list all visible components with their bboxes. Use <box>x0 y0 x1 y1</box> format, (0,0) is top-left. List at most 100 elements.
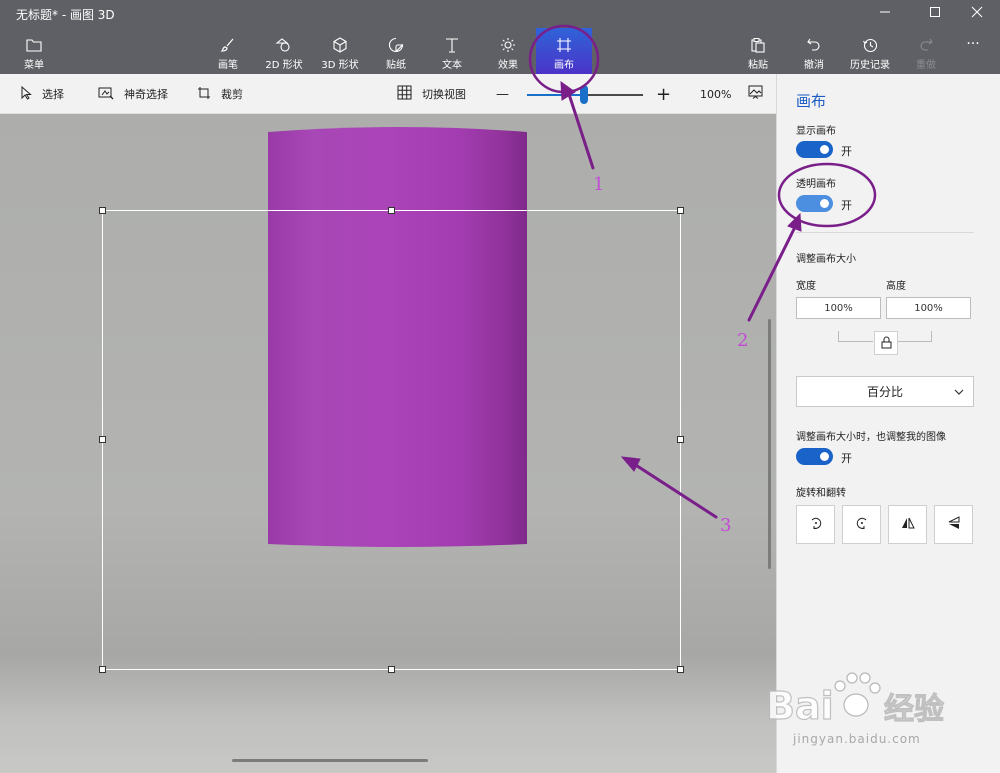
resize-handle-top[interactable] <box>388 207 395 214</box>
magic-select-button[interactable]: 神奇选择 <box>98 74 168 114</box>
annotation-number-2: 2 <box>737 330 749 351</box>
lock-aspect-button[interactable] <box>874 331 898 355</box>
horizontal-scrollbar[interactable] <box>232 759 428 762</box>
tool-text[interactable]: 文本 <box>426 28 478 74</box>
show-canvas-toggle[interactable] <box>796 141 833 158</box>
switch-view-button[interactable]: 切换视图 <box>397 74 466 114</box>
baidu-watermark: Bai 经验 <box>765 672 945 729</box>
width-field[interactable]: 100% <box>796 297 881 319</box>
maximize-icon <box>929 6 941 22</box>
rotate-left-button[interactable] <box>796 505 835 544</box>
menu-button[interactable]: 菜单 <box>8 28 60 74</box>
resize-handle-bottom[interactable] <box>388 666 395 673</box>
svg-text:经验: 经验 <box>884 692 944 727</box>
resize-image-toggle[interactable] <box>796 448 833 465</box>
height-label: 高度 <box>886 281 906 292</box>
undo-icon <box>806 36 822 54</box>
redo-button[interactable]: 重做 <box>900 28 952 74</box>
annotation-number-3: 3 <box>720 515 732 536</box>
tool-label: 效果 <box>498 60 518 71</box>
undo-label: 撤消 <box>804 60 824 71</box>
text-icon <box>445 36 459 54</box>
crop-button[interactable]: 裁剪 <box>197 74 243 114</box>
unit-select[interactable]: 百分比 <box>796 376 974 407</box>
ribbon-toolbar: 菜单 画笔 2D 形状 3D 形状 贴纸 文本 效果 画布 粘贴 撤消 历史记录… <box>0 28 1000 74</box>
resize-handle-right[interactable] <box>677 436 684 443</box>
redo-icon <box>918 36 934 54</box>
vertical-scrollbar[interactable] <box>768 319 771 569</box>
maximize-button[interactable] <box>912 0 958 28</box>
tool-label: 3D 形状 <box>321 60 359 71</box>
rotate-right-button[interactable] <box>842 505 881 544</box>
paint-3d-window: 无标题* - 画图 3D 菜单 画笔 2D 形状 3D 形状 贴纸 文本 效果 … <box>0 0 1000 773</box>
transparent-canvas-state: 开 <box>841 199 852 212</box>
history-label: 历史记录 <box>850 60 890 71</box>
image-icon <box>748 85 763 103</box>
zoom-value: 100% <box>700 87 732 101</box>
effects-icon <box>500 36 516 54</box>
resize-handle-left[interactable] <box>99 436 106 443</box>
tool-brush[interactable]: 画笔 <box>202 28 254 74</box>
rotate-left-icon <box>809 515 823 534</box>
link-line <box>838 341 873 342</box>
rotate-flip-label: 旋转和翻转 <box>796 488 846 499</box>
flip-vertical-button[interactable] <box>934 505 973 544</box>
window-title: 无标题* - 画图 3D <box>16 8 115 22</box>
width-value: 100% <box>824 302 853 314</box>
command-bar: 选择 神奇选择 裁剪 切换视图 — + 100% <box>0 74 776 114</box>
toggle-knob <box>820 452 829 461</box>
flip-horizontal-button[interactable] <box>888 505 927 544</box>
height-field[interactable]: 100% <box>886 297 971 319</box>
crop-label: 裁剪 <box>221 88 243 101</box>
show-canvas-state: 开 <box>841 145 852 158</box>
close-button[interactable] <box>954 0 1000 28</box>
svg-text:Bai: Bai <box>766 684 834 728</box>
watermark-domain: jingyan.baidu.com <box>793 732 921 746</box>
tool-effects[interactable]: 效果 <box>482 28 534 74</box>
history-button[interactable]: 历史记录 <box>844 28 896 74</box>
undo-button[interactable]: 撤消 <box>788 28 840 74</box>
redo-label: 重做 <box>916 60 936 71</box>
canvas-bounds[interactable] <box>102 210 681 670</box>
paste-label: 粘贴 <box>748 60 768 71</box>
image-view-button[interactable] <box>748 74 763 114</box>
flip-horizontal-icon <box>901 515 915 534</box>
cursor-icon <box>20 85 32 103</box>
show-canvas-label: 显示画布 <box>796 126 836 137</box>
zoom-out-icon: — <box>496 86 509 102</box>
width-label: 宽度 <box>796 281 816 292</box>
select-button[interactable]: 选择 <box>20 74 64 114</box>
minimize-button[interactable] <box>862 0 908 28</box>
folder-icon <box>26 36 42 54</box>
zoom-out-button[interactable]: — <box>496 74 509 114</box>
unit-select-value: 百分比 <box>866 385 903 399</box>
resize-handle-bottom-left[interactable] <box>99 666 106 673</box>
tool-canvas[interactable]: 画布 <box>536 28 592 74</box>
zoom-slider-thumb[interactable] <box>580 85 588 104</box>
toggle-knob <box>820 145 829 154</box>
tool-label: 画笔 <box>218 60 238 71</box>
zoom-in-icon: + <box>656 83 672 105</box>
workspace[interactable] <box>0 114 776 773</box>
paste-button[interactable]: 粘贴 <box>732 28 784 74</box>
transparent-canvas-toggle[interactable] <box>796 195 833 212</box>
link-line <box>838 331 839 341</box>
history-icon <box>862 36 878 54</box>
zoom-in-button[interactable]: + <box>656 74 671 114</box>
crop-icon <box>197 86 211 103</box>
resize-handle-bottom-right[interactable] <box>677 666 684 673</box>
more-button[interactable]: ··· <box>948 28 998 74</box>
3d-shapes-icon <box>332 36 348 54</box>
zoom-slider-fill <box>527 94 583 96</box>
more-icon: ··· <box>966 36 980 52</box>
tool-stickers[interactable]: 贴纸 <box>370 28 422 74</box>
magic-select-icon <box>98 86 114 103</box>
height-value: 100% <box>914 302 943 314</box>
tool-3d-shapes[interactable]: 3D 形状 <box>314 28 366 74</box>
tool-2d-shapes[interactable]: 2D 形状 <box>258 28 310 74</box>
tool-label: 贴纸 <box>386 60 406 71</box>
resize-handle-top-left[interactable] <box>99 207 106 214</box>
transparent-canvas-label: 透明画布 <box>796 179 836 190</box>
brush-icon <box>220 36 236 54</box>
resize-handle-top-right[interactable] <box>677 207 684 214</box>
